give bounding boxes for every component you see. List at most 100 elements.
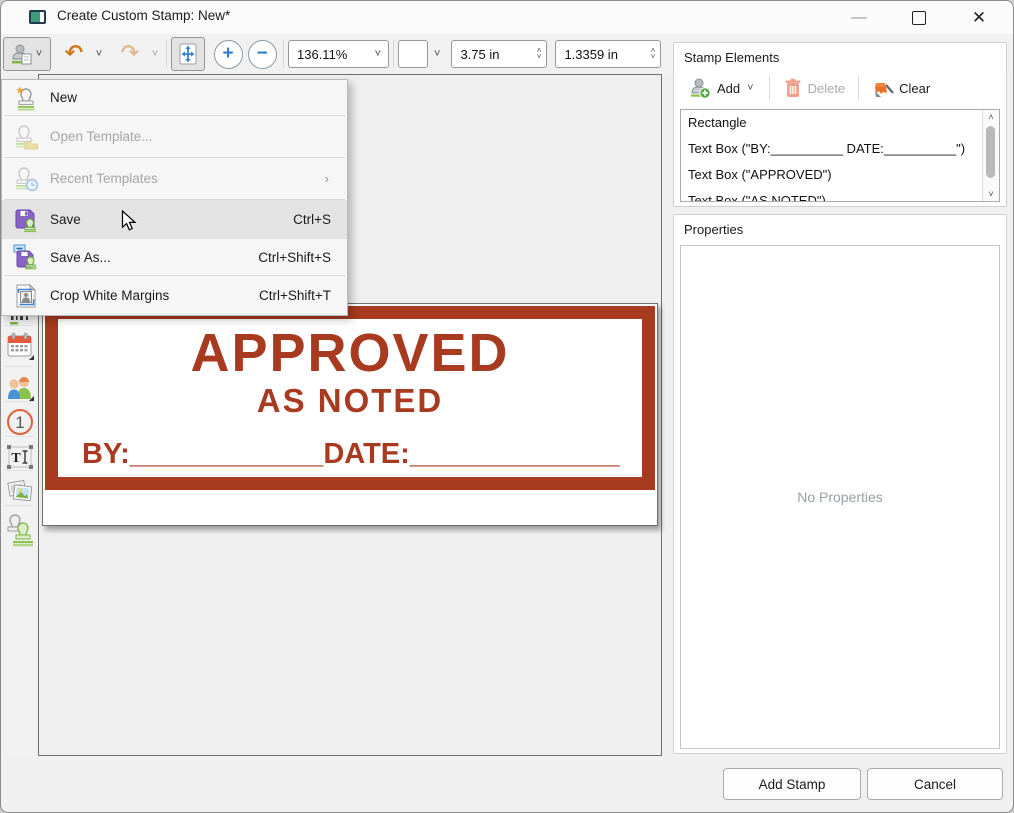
open-template-icon <box>6 124 46 150</box>
add-stamp-icon <box>688 76 712 100</box>
spinner-arrows[interactable]: ˄˅ <box>537 48 547 60</box>
no-properties-text: No Properties <box>797 489 883 505</box>
recent-templates-icon <box>6 166 46 192</box>
stamp-height-value: 1.3359 in <box>556 47 650 62</box>
maximize-icon <box>912 11 926 25</box>
redo-icon: ↷ <box>121 43 139 65</box>
undo-dropdown[interactable]: ˅ <box>92 37 106 71</box>
mouse-cursor <box>121 210 138 233</box>
separator <box>393 40 394 68</box>
scroll-down-icon[interactable]: ˅ <box>983 187 999 201</box>
names-tool-button[interactable] <box>3 370 36 403</box>
chevron-down-icon: ˅ <box>34 48 44 60</box>
images-icon <box>6 477 34 504</box>
stamp-elements-panel: Stamp Elements Add ˅ <box>673 42 1007 207</box>
properties-title: Properties <box>674 215 1006 241</box>
stamp-width-spinner[interactable]: 3.75 in ˄˅ <box>451 40 547 68</box>
crop-white-margins-icon <box>6 283 46 309</box>
cancel-button[interactable]: Cancel <box>867 768 1003 800</box>
svg-text:1: 1 <box>15 413 24 432</box>
delete-element-button[interactable]: Delete <box>775 73 854 103</box>
menu-item-open-template[interactable]: Open Template... <box>2 116 347 157</box>
save-icon <box>6 207 46 233</box>
add-stamp-button[interactable]: Add Stamp <box>723 768 861 800</box>
menu-item-crop-white-margins[interactable]: Crop White Margins Ctrl+Shift+T <box>2 276 347 315</box>
create-custom-stamp-dialog: Create Custom Stamp: New* — ✕ ˅ ↶ ˅ ↷ ˅ <box>0 0 1014 813</box>
trash-icon <box>783 77 803 99</box>
broom-icon <box>872 77 894 99</box>
list-item-textbox-by-date[interactable]: Text Box ("BY:__________ DATE:__________… <box>681 136 999 162</box>
zoom-in-button[interactable]: + <box>211 37 245 71</box>
zoom-out-icon: − <box>248 40 277 69</box>
separator <box>166 40 167 68</box>
new-stamp-icon <box>6 85 46 111</box>
zoom-in-icon: + <box>214 40 243 69</box>
list-item-rectangle[interactable]: Rectangle <box>681 110 999 136</box>
menu-item-label: Open Template... <box>50 129 153 144</box>
list-scrollbar[interactable]: ˄ ˅ <box>982 110 999 201</box>
list-item-textbox-as-noted[interactable]: Text Box ("AS NOTED") <box>681 188 999 202</box>
stamp-elements-list[interactable]: Rectangle Text Box ("BY:__________ DATE:… <box>680 109 1000 202</box>
zoom-out-button[interactable]: − <box>245 37 279 71</box>
stamp-height-spinner[interactable]: 1.3359 in ˄˅ <box>555 40 661 68</box>
number-tool-button[interactable]: 1 <box>3 405 36 438</box>
scroll-up-icon[interactable]: ˄ <box>983 110 999 124</box>
menu-item-shortcut: Ctrl+S <box>293 212 343 227</box>
redo-dropdown[interactable]: ˅ <box>148 37 162 71</box>
maximize-button[interactable] <box>899 3 939 32</box>
stamp-tool-button[interactable] <box>3 510 36 550</box>
text-box-tool-button[interactable]: T <box>3 440 36 473</box>
list-item-textbox-approved[interactable]: Text Box ("APPROVED") <box>681 162 999 188</box>
svg-text:T: T <box>11 451 21 466</box>
title-bar: Create Custom Stamp: New* — ✕ <box>1 1 1013 34</box>
stamp-template-menu-button[interactable]: ˅ <box>3 37 51 71</box>
stamp-approved-text[interactable]: APPROVED <box>58 326 642 380</box>
color-picker-combo[interactable]: ˅ <box>398 40 446 68</box>
image-tool-button[interactable] <box>3 474 36 507</box>
separator <box>283 40 284 68</box>
chevron-down-icon: ˅ <box>373 48 388 60</box>
undo-button[interactable]: ↶ <box>56 37 92 71</box>
stamp-as-noted-text[interactable]: AS NOTED <box>58 384 642 417</box>
stamp-by-date-text[interactable]: BY:____________ DATE:_____________ <box>58 438 642 471</box>
text-box-icon: T <box>6 444 34 470</box>
undo-icon: ↶ <box>65 43 83 65</box>
redo-button[interactable]: ↷ <box>112 37 148 71</box>
minimize-button[interactable]: — <box>839 3 879 32</box>
save-as-icon <box>6 244 46 270</box>
stamp-by-label: BY:____________ <box>82 438 323 471</box>
close-button[interactable]: ✕ <box>959 3 999 32</box>
stamp-template-icon <box>10 42 34 66</box>
chevron-down-icon: ˅ <box>428 48 446 60</box>
number-one-icon: 1 <box>6 408 34 436</box>
menu-item-save[interactable]: Save Ctrl+S <box>2 200 347 239</box>
add-element-button[interactable]: Add ˅ <box>680 72 764 104</box>
date-tool-button[interactable] <box>3 329 36 362</box>
stamp-width-value: 3.75 in <box>452 47 536 62</box>
scrollbar-thumb[interactable] <box>986 126 995 178</box>
stamp-date-label: DATE:_____________ <box>323 438 619 471</box>
clear-elements-button[interactable]: Clear <box>864 73 938 103</box>
menu-item-save-as[interactable]: Save As... Ctrl+Shift+S <box>2 239 347 275</box>
submenu-arrow-icon: › <box>325 171 343 186</box>
stamp-rectangle-element[interactable]: APPROVED AS NOTED BY:____________ DATE:_… <box>45 306 655 490</box>
fit-page-icon <box>176 42 200 66</box>
stamp-elements-title: Stamp Elements <box>674 43 1006 69</box>
separator <box>769 75 770 101</box>
chevron-down-icon: ˅ <box>745 82 755 94</box>
menu-item-label: Save <box>50 212 81 227</box>
fit-page-button[interactable] <box>171 37 205 71</box>
menu-item-shortcut: Ctrl+Shift+T <box>259 288 343 303</box>
flyout-indicator <box>29 355 34 360</box>
stamp-page[interactable]: APPROVED AS NOTED BY:____________ DATE:_… <box>42 303 658 526</box>
delete-element-label: Delete <box>808 81 846 96</box>
spinner-arrows[interactable]: ˄˅ <box>651 48 661 60</box>
menu-item-label: Crop White Margins <box>50 288 169 303</box>
zoom-level-value: 136.11% <box>289 47 373 62</box>
dialog-title: Create Custom Stamp: New* <box>57 8 230 23</box>
properties-content: No Properties <box>680 245 1000 749</box>
zoom-level-combo[interactable]: 136.11% ˅ <box>288 40 389 68</box>
menu-item-label: New <box>50 90 77 105</box>
menu-item-new[interactable]: New <box>2 80 347 115</box>
menu-item-recent-templates[interactable]: Recent Templates › <box>2 158 347 199</box>
